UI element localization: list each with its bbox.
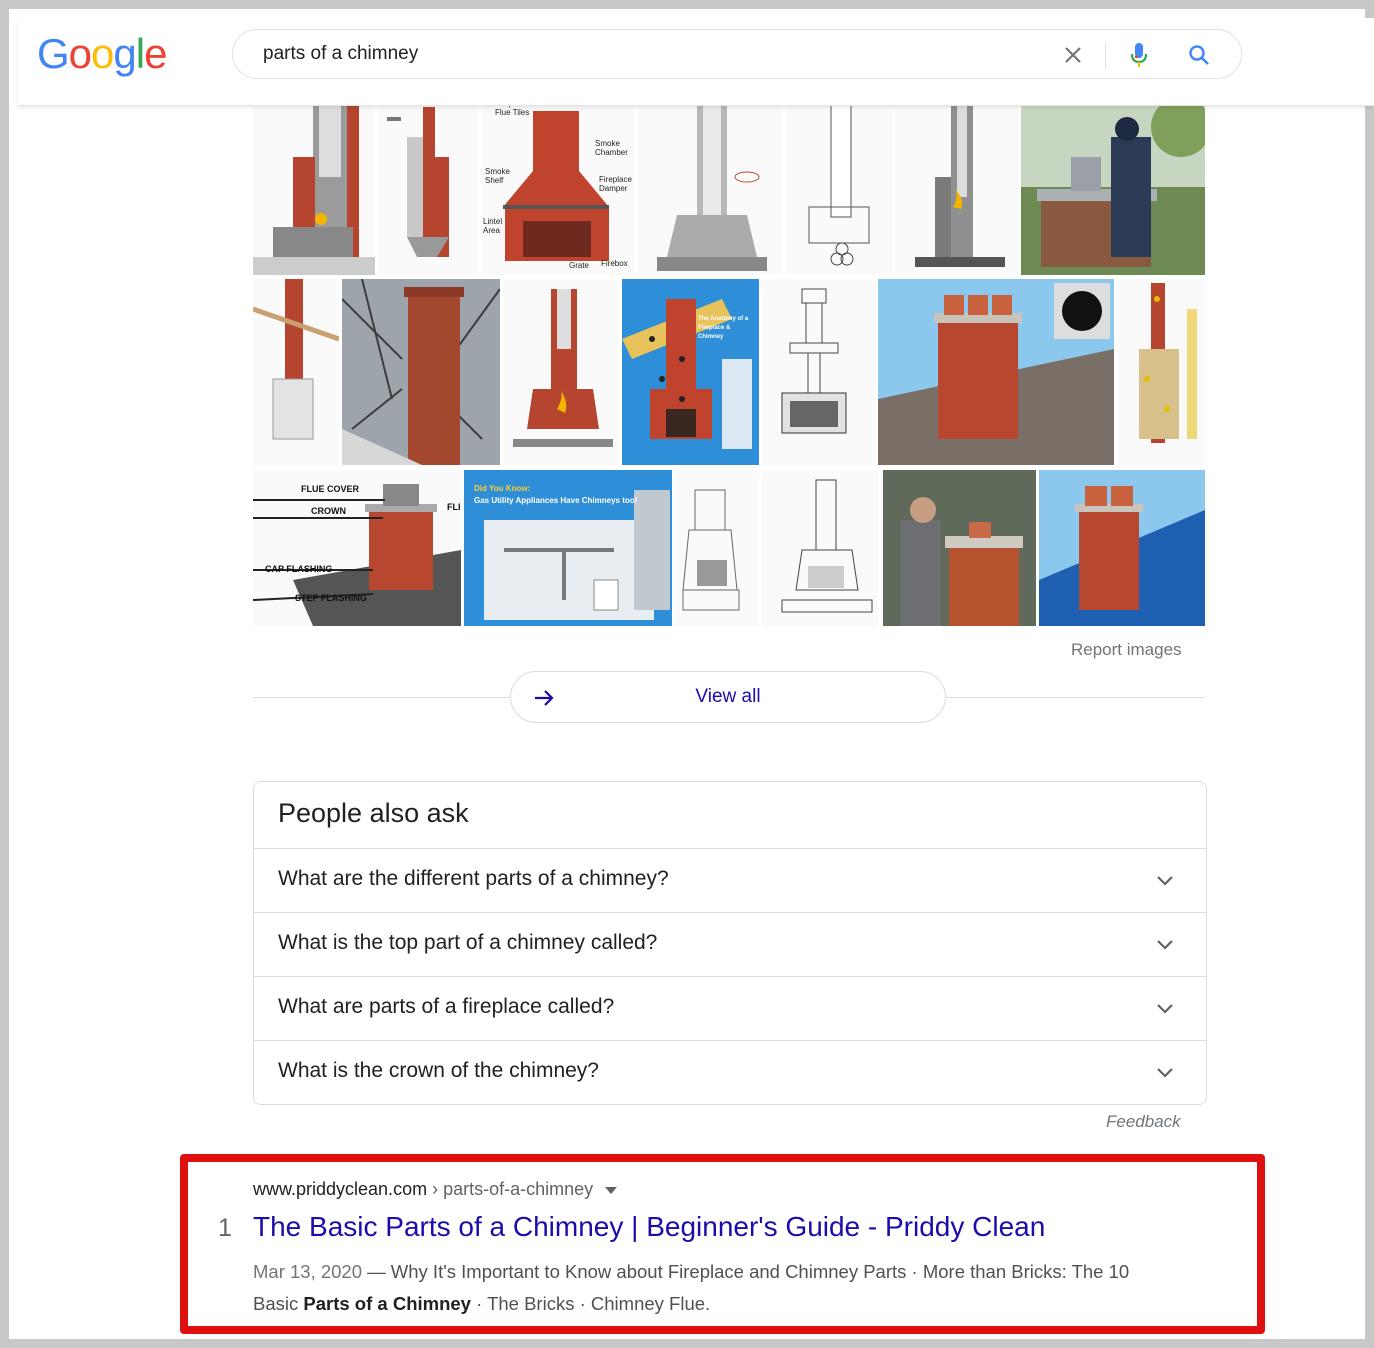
chevron-down-icon — [1157, 1068, 1173, 1078]
logo-letter-g2: g — [113, 30, 136, 77]
paa-question-row[interactable]: What are the different parts of a chimne… — [254, 848, 1206, 912]
image-caption: Fireplace Damper — [599, 175, 632, 193]
search-input[interactable] — [263, 40, 1043, 68]
chimney-image-thumb[interactable] — [253, 97, 375, 275]
brick-chimney-photo[interactable] — [342, 279, 500, 465]
chimney-image-thumb[interactable] — [895, 97, 1019, 275]
chimney-image-thumb[interactable] — [377, 97, 479, 275]
paa-question-row[interactable]: What are parts of a fireplace called? — [254, 976, 1206, 1040]
people-also-ask-panel: People also ask What are the different p… — [253, 781, 1207, 1105]
view-all-button[interactable]: View all — [510, 671, 946, 723]
gas-appliance-thumb[interactable]: Did You Know: Gas Utility Appliances Hav… — [464, 470, 672, 626]
microphone-icon[interactable] — [1124, 40, 1154, 70]
result-url[interactable]: www.priddyclean.com › parts-of-a-chimney — [253, 1179, 618, 1200]
paa-question-text: What is the crown of the chimney? — [278, 1059, 599, 1082]
image-caption: Smoke Shelf — [485, 167, 510, 185]
chimney-image-thumb[interactable] — [762, 279, 876, 465]
paa-question-text: What are the different parts of a chimne… — [278, 867, 669, 890]
report-images-link[interactable]: Report images — [1071, 640, 1182, 660]
image-caption: Did You Know: — [474, 484, 531, 493]
chimney-image-thumb[interactable] — [503, 279, 619, 465]
chevron-down-icon — [1157, 876, 1173, 886]
chimney-anatomy-thumb[interactable]: The Anatomy of a Fireplace & Chimney — [622, 279, 759, 465]
search-icon[interactable] — [1184, 40, 1214, 70]
chimney-image-thumb[interactable] — [1117, 279, 1205, 465]
google-logo[interactable]: Google — [37, 30, 167, 78]
search-divider — [1105, 42, 1106, 68]
chimney-image-thumb[interactable] — [762, 470, 878, 626]
people-also-ask-title: People also ask — [278, 798, 469, 828]
chevron-down-icon — [1157, 940, 1173, 950]
result-rank-number: 1 — [218, 1214, 232, 1242]
search-box — [232, 29, 1242, 79]
chimney-image-thumb[interactable]: Fireplace Flue Tiles Smoke Chamber Smoke… — [481, 97, 635, 275]
image-caption: CAP FLASHING — [265, 564, 333, 574]
paa-question-row[interactable]: What is the top part of a chimney called… — [254, 912, 1206, 976]
logo-letter-g1: G — [37, 30, 70, 77]
image-caption: FLI — [447, 502, 461, 512]
chimney-image-thumb[interactable] — [675, 470, 759, 626]
chimney-worker-photo[interactable] — [883, 470, 1036, 626]
close-icon[interactable] — [1058, 40, 1088, 70]
chimney-blue-roof-thumb[interactable] — [1039, 470, 1205, 626]
chimney-image-thumb[interactable] — [637, 97, 783, 275]
result-domain: www.priddyclean.com — [253, 1179, 428, 1199]
chimney-roof-thumb[interactable] — [878, 279, 1114, 465]
paa-question-text: What are parts of a fireplace called? — [278, 995, 615, 1018]
chimney-sweep-photo[interactable] — [1021, 97, 1205, 275]
chimney-image-thumb[interactable] — [253, 279, 339, 465]
caret-down-icon[interactable] — [605, 1186, 618, 1194]
logo-letter-e: e — [144, 30, 167, 77]
logo-letter-o2: o — [91, 30, 114, 77]
result-snippet: Mar 13, 2020 — Why It's Important to Kno… — [253, 1256, 1133, 1320]
image-results-grid: Fireplace Flue Tiles Smoke Chamber Smoke… — [253, 97, 1205, 626]
logo-letter-o1: o — [68, 30, 92, 77]
image-caption: FLUE COVER — [301, 484, 360, 494]
chevron-down-icon — [1157, 1004, 1173, 1014]
result-date: Mar 13, 2020 — [253, 1261, 363, 1282]
feedback-link[interactable]: Feedback — [1106, 1112, 1181, 1132]
image-caption: STEP FLASHING — [295, 593, 367, 603]
image-caption: The Anatomy of a Fireplace & Chimney — [698, 316, 749, 340]
paa-question-text: What is the top part of a chimney called… — [278, 931, 658, 954]
snippet-bold-text: Parts of a Chimney — [303, 1293, 471, 1314]
image-caption: CROWN — [311, 506, 346, 516]
chimney-diagram-thumb[interactable]: FLUE COVER CROWN CAP FLASHING STEP FLASH… — [253, 470, 461, 626]
chimney-image-thumb[interactable] — [785, 97, 893, 275]
result-title-link[interactable]: The Basic Parts of a Chimney | Beginner'… — [253, 1211, 1045, 1243]
view-all-label: View all — [695, 686, 761, 707]
image-caption: Firebox — [601, 259, 628, 268]
header-bar: Google — [18, 18, 1374, 106]
image-caption: Lintel Area — [483, 217, 503, 235]
image-caption: Smoke Chamber — [595, 139, 628, 157]
logo-letter-l: l — [135, 30, 145, 77]
image-caption: Grate — [569, 261, 590, 270]
snippet-text-end: · The Bricks · Chimney Flue. — [470, 1293, 711, 1314]
image-caption: Gas Utility Appliances Have Chimneys too… — [474, 496, 638, 505]
result-breadcrumb: › parts-of-a-chimney — [427, 1179, 594, 1199]
paa-question-row[interactable]: What is the crown of the chimney? — [254, 1040, 1206, 1104]
